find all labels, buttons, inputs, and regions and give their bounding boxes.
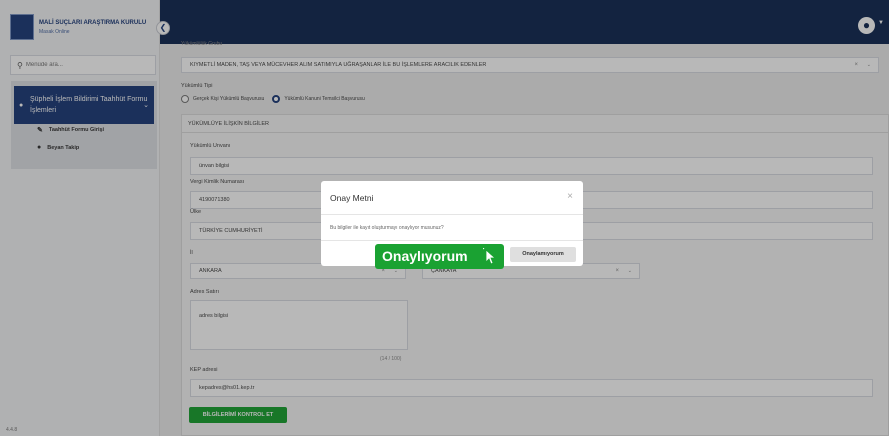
divider — [321, 240, 583, 241]
modal-title: Onay Metni — [330, 193, 374, 203]
modal-body-text: Bu bilgiler ile kayıt oluşturmayı onaylı… — [330, 225, 444, 231]
reject-button[interactable]: Onaylamıyorum — [510, 247, 576, 262]
confirm-button-label: Onaylıyorum — [382, 248, 468, 264]
divider — [321, 214, 583, 215]
confirm-button[interactable]: Onaylıyorum — [375, 244, 504, 269]
pointer-cursor-icon — [483, 248, 497, 265]
close-icon[interactable]: × — [567, 191, 573, 202]
